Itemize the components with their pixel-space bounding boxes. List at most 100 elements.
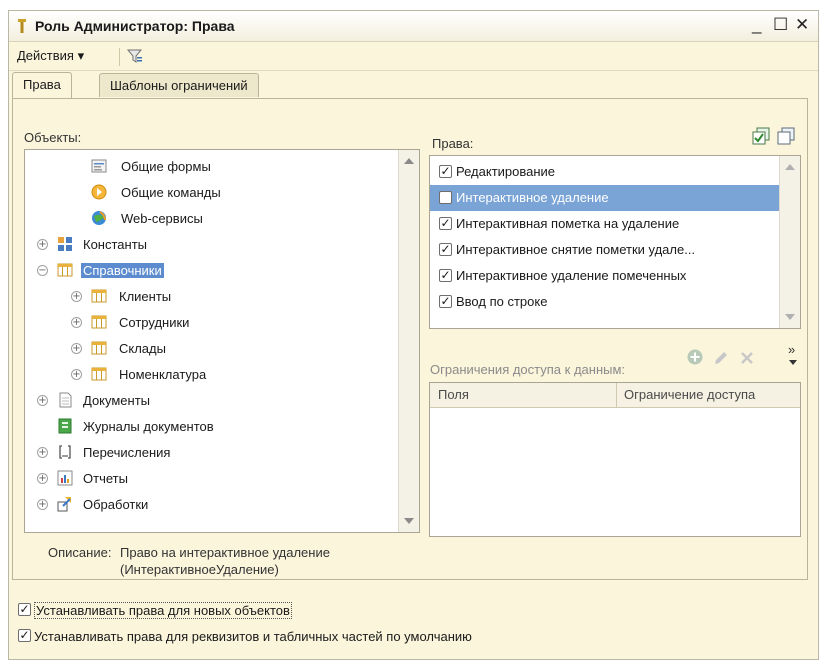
catalog-icon [91,289,107,303]
right-item-label: Ввод по строке [456,294,548,309]
right-item-label: Интерактивное удаление [456,190,609,205]
tree-item[interactable]: Web-сервисы [25,206,395,232]
tab-rights[interactable]: Права [12,72,72,98]
expand-icon[interactable]: + [37,395,48,406]
enum-icon [59,445,71,459]
window-title: Роль Администратор: Права [35,18,235,34]
expand-icon[interactable]: + [71,369,82,380]
objects-label: Объекты: [24,130,82,145]
more-icon[interactable]: » [788,342,795,357]
rights-list[interactable]: ✓ Редактирование Интерактивное удаление … [429,155,801,329]
tree-scrollbar[interactable] [398,150,419,532]
column-header-restriction[interactable]: Ограничение доступа [624,387,755,402]
option-checkbox[interactable]: ✓ [18,629,31,642]
right-item[interactable]: ✓ Редактирование [430,159,782,185]
tree-item[interactable]: + Склады [25,336,395,362]
expand-icon[interactable]: + [71,291,82,302]
constants-icon [58,237,72,251]
expand-icon[interactable]: + [37,239,48,250]
form-icon [91,159,107,173]
tree-item[interactable]: Общие команды [25,180,395,206]
tree-item-label: Отчеты [83,471,128,486]
tree-item[interactable]: + Отчеты [25,466,395,492]
tab-restriction-templates[interactable]: Шаблоны ограничений [99,73,259,97]
catalog-icon [91,315,107,329]
tree-item-label: Web-сервисы [121,211,203,226]
description-text: Право на интерактивное удаление [120,545,330,560]
tree-item[interactable]: Журналы документов [25,414,395,440]
actions-menu-button[interactable]: Действия ▾ [17,48,84,64]
tree-item[interactable]: + Сотрудники [25,310,395,336]
tree-item-label: Клиенты [119,289,172,304]
filter-icon[interactable] [126,47,144,65]
column-divider [616,383,617,407]
right-item[interactable]: ✓ Интерактивная пометка на удаление [430,211,782,237]
expand-icon[interactable]: + [37,499,48,510]
check-all-icon[interactable] [752,127,770,145]
rights-scrollbar[interactable] [779,156,800,328]
option-checkbox[interactable]: ✓ [18,603,31,616]
tree-item[interactable]: Общие формы [25,154,395,180]
right-item[interactable]: ✓ Интерактивное снятие пометки удале... [430,237,782,263]
more-dropdown-icon[interactable] [789,360,797,365]
role-icon [18,19,26,33]
scroll-down-icon[interactable] [404,518,414,524]
right-checkbox[interactable]: ✓ [439,243,452,256]
catalog-icon [91,341,107,355]
toolbar: Действия ▾ [9,42,818,71]
catalog-icon [91,367,107,381]
scroll-up-icon[interactable] [785,164,795,170]
right-item[interactable]: Интерактивное удаление [430,185,782,211]
tree-item-label: Общие формы [121,159,211,174]
command-icon [91,184,107,200]
delete-icon[interactable] [738,349,756,367]
tree-item-label: Документы [83,393,151,408]
right-checkbox[interactable] [439,191,452,204]
processing-icon [57,497,71,512]
collapse-icon[interactable]: − [37,265,48,276]
toolbar-separator [119,48,120,66]
uncheck-all-icon[interactable] [777,127,795,145]
tree-item[interactable]: + Клиенты [25,284,395,310]
title-bar: Роль Администратор: Права _ ☐ ✕ [9,11,818,42]
tree-item[interactable]: + Документы [25,388,395,414]
right-checkbox[interactable]: ✓ [439,269,452,282]
scroll-down-icon[interactable] [785,314,795,320]
restrictions-table[interactable]: Поля Ограничение доступа [429,382,801,537]
document-icon [59,392,72,408]
restrictions-label: Ограничения доступа к данным: [430,362,626,377]
expand-icon[interactable]: + [71,317,82,328]
right-checkbox[interactable]: ✓ [439,295,452,308]
right-checkbox[interactable]: ✓ [439,165,452,178]
description-identifier: (ИнтерактивноеУдаление) [120,562,279,577]
web-service-icon [92,211,106,225]
expand-icon[interactable]: + [37,473,48,484]
right-item-label: Интерактивное удаление помеченных [456,268,687,283]
right-item-label: Интерактивное снятие пометки удале... [456,242,696,257]
tree-item[interactable]: + Перечисления [25,440,395,466]
add-icon[interactable] [686,348,704,366]
tree-item[interactable]: − Справочники [25,258,395,284]
right-item[interactable]: ✓ Интерактивное удаление помеченных [430,263,782,289]
tree-item-label: Общие команды [121,185,221,200]
tree-item-label: Перечисления [83,445,171,460]
right-item-label: Интерактивная пометка на удаление [456,216,680,231]
column-header-fields[interactable]: Поля [438,387,469,402]
tree-item[interactable]: + Обработки [25,492,395,518]
expand-icon[interactable]: + [71,343,82,354]
close-button[interactable]: ✕ [795,15,809,35]
scroll-up-icon[interactable] [404,158,414,164]
right-item[interactable]: ✓ Ввод по строке [430,289,782,315]
tree-item[interactable]: + Константы [25,232,395,258]
right-item-label: Редактирование [456,164,556,179]
tree-item-label: Сотрудники [119,315,190,330]
right-checkbox[interactable]: ✓ [439,217,452,230]
expand-icon[interactable]: + [37,447,48,458]
minimize-button[interactable]: _ [752,15,761,35]
objects-tree[interactable]: Общие формы Общие команды Web-сервисы + … [24,149,420,533]
maximize-button[interactable]: ☐ [773,15,788,35]
edit-icon[interactable] [712,349,730,367]
tree-item-label: Номенклатура [119,367,207,382]
tree-item-label: Справочники [81,263,164,278]
tree-item[interactable]: + Номенклатура [25,362,395,388]
